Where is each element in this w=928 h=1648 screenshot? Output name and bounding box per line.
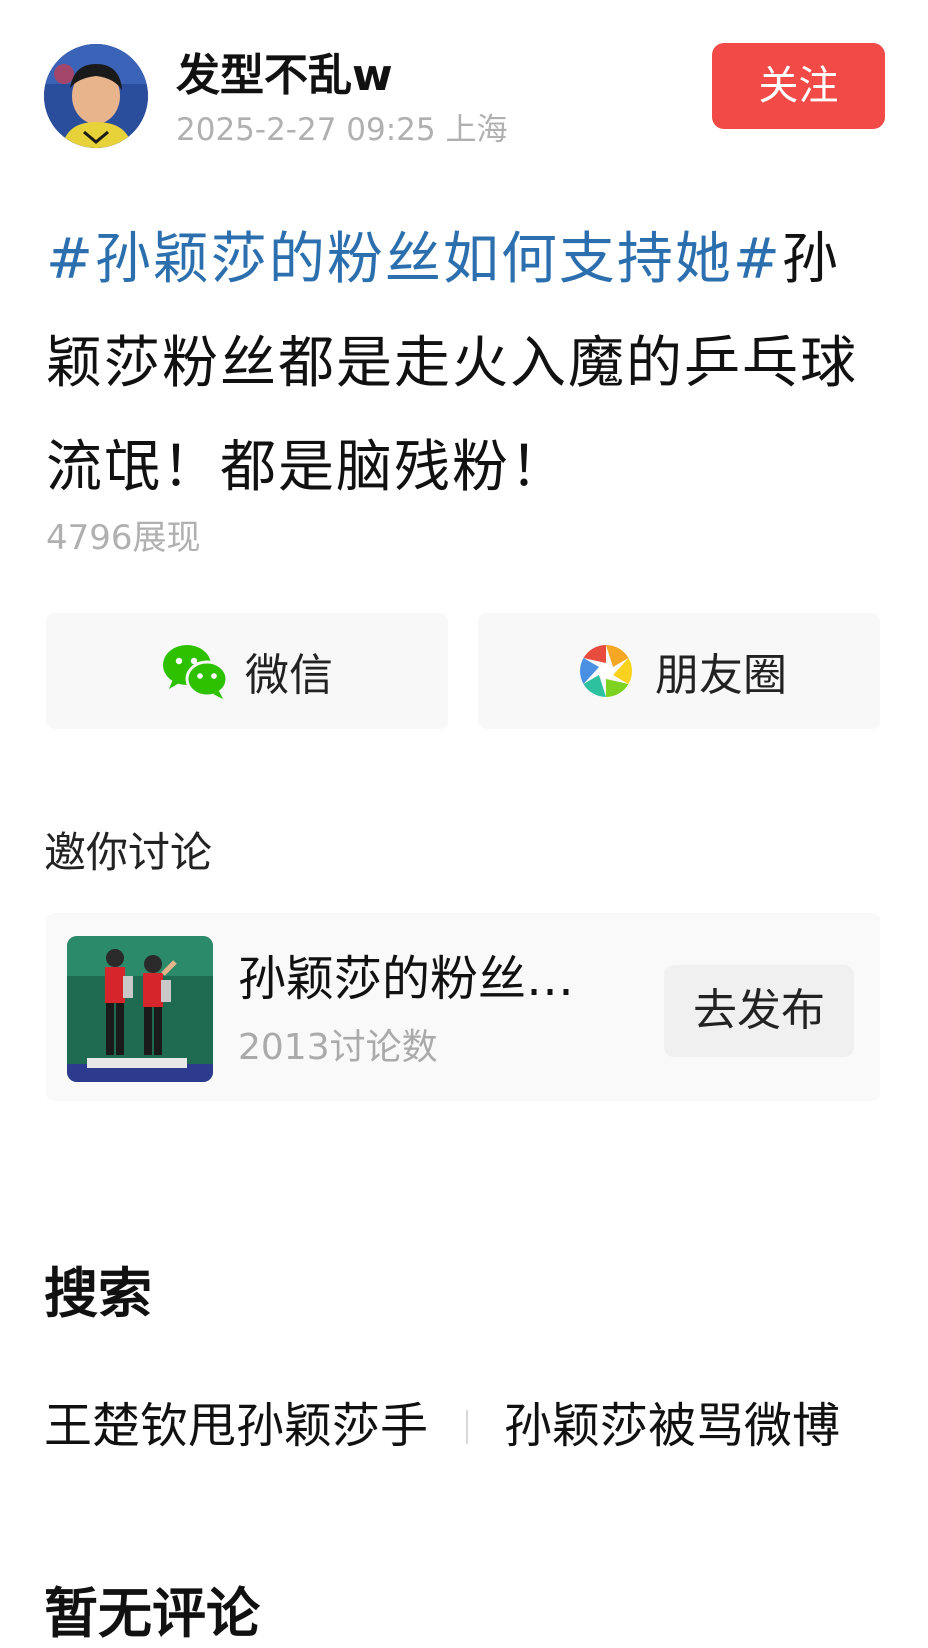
wechat-icon [163, 645, 229, 699]
search-suggestion[interactable]: 王楚钦甩孙颖莎手 [44, 1394, 444, 1458]
topic-discussion-count: 2013讨论数 [238, 1027, 438, 1068]
discussion-section-label: 邀你讨论 [44, 828, 213, 877]
share-moments-label: 朋友圈 [655, 650, 787, 701]
share-wechat-button[interactable]: 微信 [46, 613, 448, 729]
moments-aperture-icon [580, 645, 632, 697]
search-suggestion[interactable]: 孙颖莎被骂微博 [504, 1394, 860, 1458]
share-moments-button[interactable]: 朋友圈 [478, 613, 880, 729]
suggestion-divider [466, 1410, 468, 1444]
follow-button[interactable]: 关注 [712, 43, 885, 129]
view-count: 4796展现 [46, 518, 201, 558]
publish-button[interactable]: 去发布 [664, 965, 854, 1057]
author-avatar[interactable] [44, 44, 148, 148]
topic-card[interactable]: 孙颖莎的粉丝如何支持她 2013讨论数 去发布 [46, 913, 880, 1101]
post-timestamp-location: 2025-2-27 09:25 上海 [176, 112, 508, 148]
topic-thumbnail [67, 936, 213, 1082]
post-hashtag[interactable]: #孙颖莎的粉丝如何支持她# [46, 227, 782, 292]
topic-title[interactable]: 孙颖莎的粉丝如何支持她 [238, 949, 598, 1009]
author-name[interactable]: 发型不乱w [176, 46, 393, 106]
no-comments-heading: 暂无评论 [44, 1582, 260, 1645]
post-body: #孙颖莎的粉丝如何支持她#孙颖莎粉丝都是走火入魔的乒乓球流氓！都是脑残粉！ [46, 208, 888, 520]
share-wechat-label: 微信 [245, 650, 333, 701]
search-heading: 搜索 [44, 1262, 152, 1325]
